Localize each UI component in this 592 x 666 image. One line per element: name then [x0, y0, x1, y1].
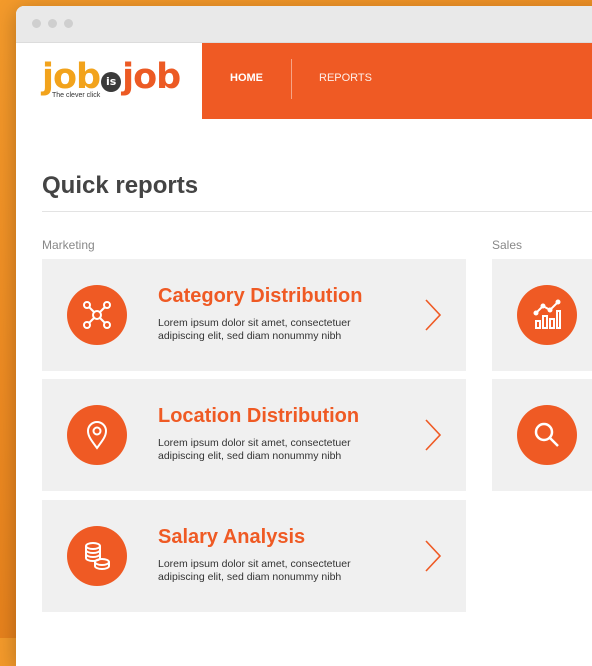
browser-window: job is job The clever click HOME REPORTS Q…	[16, 6, 592, 666]
card-title: Location Distribution	[158, 405, 360, 427]
card-description: Lorem ipsum dolor sit amet, consectetuer…	[158, 437, 351, 462]
card-description: Lorem ipsum dolor sit amet, consectetuer…	[158, 558, 351, 583]
logo-is-badge: is	[101, 72, 122, 92]
chevron-right-icon[interactable]	[423, 297, 443, 333]
logo-word-job-2: job	[122, 57, 181, 97]
nav-reports[interactable]: REPORTS	[319, 72, 372, 84]
title-divider	[42, 211, 592, 212]
location-pin-icon	[67, 405, 127, 465]
card-description: Lorem ipsum dolor sit amet, consectetuer…	[158, 317, 351, 342]
site-header: job is job The clever click HOME REPORTS	[16, 43, 592, 119]
window-minimize-dot[interactable]	[48, 19, 57, 28]
report-card-location-distribution[interactable]: Location Distribution Lorem ipsum dolor …	[42, 379, 466, 491]
nav-divider	[291, 59, 292, 99]
nav-home[interactable]: HOME	[230, 72, 263, 84]
search-icon	[517, 405, 577, 465]
window-titlebar	[16, 6, 592, 43]
chevron-right-icon[interactable]	[423, 417, 443, 453]
logo-tagline: The clever click	[52, 92, 101, 99]
section-label-marketing: Marketing	[42, 238, 95, 252]
chevron-right-icon[interactable]	[423, 538, 443, 574]
card-title: Salary Analysis	[158, 526, 306, 548]
report-card-category-distribution[interactable]: Category Distribution Lorem ipsum dolor …	[42, 259, 466, 371]
bar-chart-trend-icon	[517, 285, 577, 345]
logo[interactable]: job is job The clever click	[42, 57, 181, 99]
card-title: Category Distribution	[158, 285, 363, 307]
logo-word-job: job	[42, 57, 101, 97]
report-card-sales-trend[interactable]	[492, 259, 592, 371]
window-close-dot[interactable]	[32, 19, 41, 28]
coins-icon	[67, 526, 127, 586]
main-nav: HOME REPORTS	[202, 43, 592, 119]
window-maximize-dot[interactable]	[64, 19, 73, 28]
network-icon	[67, 285, 127, 345]
page-title: Quick reports	[42, 172, 199, 199]
report-card-salary-analysis[interactable]: Salary Analysis Lorem ipsum dolor sit am…	[42, 500, 466, 612]
section-label-sales: Sales	[492, 238, 523, 252]
report-card-sales-search[interactable]	[492, 379, 592, 491]
